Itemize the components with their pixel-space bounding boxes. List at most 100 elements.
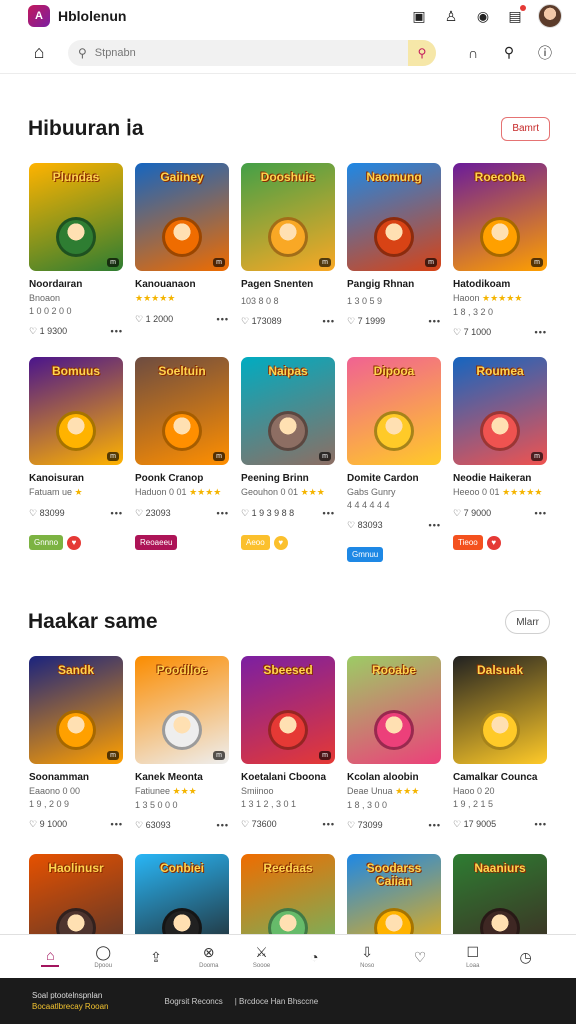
heart-outline-icon[interactable]: ♡ (135, 314, 146, 324)
heart-icon[interactable]: ♥ (486, 535, 501, 550)
game-card[interactable]: Dipooa Domite Cardon Gabs Gunry 4 4 4 4 4 4… (347, 357, 441, 562)
game-thumbnail[interactable]: Roumea m (453, 357, 547, 465)
library-icon[interactable]: ☐ (466, 944, 479, 960)
more-icon[interactable]: ••• (111, 819, 123, 830)
more-icon[interactable]: ••• (535, 327, 547, 338)
chat-icon[interactable]: ◔ (310, 949, 318, 965)
notification-icon[interactable]: ▤ (506, 5, 526, 25)
footer-link[interactable]: | Brcdoce Han Bhsccne (235, 997, 318, 1006)
game-card[interactable]: Sbeesed m Koetalani Cboona Smiinoo 1 3 1 2 ,… (241, 656, 335, 831)
game-thumbnail[interactable]: Sandk m (29, 656, 123, 764)
home-icon[interactable]: ⌂ (46, 947, 54, 963)
game-card[interactable]: Soeltuin m Poonk Cranop Haduon 0 01 ★★★★ ♡ 2… (135, 357, 229, 562)
heart-outline-icon[interactable]: ♡ (29, 326, 40, 336)
discover-icon[interactable]: ◯ (95, 944, 111, 960)
section-action-button[interactable]: Mlarr (505, 610, 550, 634)
heart-outline-icon[interactable]: ♡ (135, 820, 146, 830)
more-icon[interactable]: ••• (535, 508, 547, 519)
nav-item[interactable]: ☐ Loaa (453, 944, 493, 969)
search-input[interactable]: Stpnabn (95, 47, 136, 59)
game-card[interactable]: Poodlloe m Kanek Meonta Fatiunee ★★★ 1 3 5 0… (135, 656, 229, 831)
game-thumbnail[interactable]: Dooshuis m (241, 163, 335, 271)
game-card[interactable]: Gaiiney m Kanouanaon ★★★★★ ♡ 1 2000 ••• (135, 163, 229, 338)
more-icon[interactable]: ••• (323, 508, 335, 519)
more-icon[interactable]: ••• (429, 820, 441, 831)
heart-outline-icon[interactable]: ♡ (347, 316, 358, 326)
more-icon[interactable]: ••• (217, 508, 229, 519)
heart-outline-icon[interactable]: ♡ (453, 508, 464, 518)
heart-outline-icon[interactable]: ♡ (241, 508, 252, 518)
genre-tag[interactable]: Gnnno (29, 535, 64, 550)
more-icon[interactable]: ••• (323, 316, 335, 327)
heart-outline-icon[interactable]: ♡ (347, 820, 358, 830)
nav-item[interactable]: ◔ (294, 949, 334, 965)
more-icon[interactable]: ••• (535, 819, 547, 830)
search-icon[interactable]: ⚲ (500, 44, 518, 62)
search-bar[interactable]: ⚲ Stpnabn ⚲ (68, 39, 436, 66)
game-thumbnail[interactable]: Dipooa (347, 357, 441, 465)
bookmark-icon[interactable]: ∩ (464, 44, 482, 62)
heart-outline-icon[interactable]: ♡ (135, 508, 146, 518)
game-card[interactable]: Naipas m Peening Brinn Geouhon 0 01 ★★★ ♡ 1 … (241, 357, 335, 562)
game-card[interactable]: Dooshuis m Pagen Snenten 103 8 0 8 ♡ 173089 •… (241, 163, 335, 338)
more-icon[interactable]: ••• (323, 819, 335, 830)
nav-item[interactable]: ♡ (400, 949, 440, 965)
more-icon[interactable]: ••• (217, 314, 229, 325)
nav-item[interactable]: ⚔ Soooe (242, 944, 282, 969)
heart-outline-icon[interactable]: ♡ (453, 327, 464, 337)
coin-icon[interactable]: ◉ (474, 7, 492, 25)
footer-line[interactable]: Soal ptootelnspnlan (32, 990, 109, 1001)
game-card[interactable]: Roecoba m Hatodikoam Haoon ★★★★★ 1 8 , 3 2 0… (453, 163, 547, 338)
nav-item[interactable]: ◯ Dpoou (83, 944, 123, 969)
avatar[interactable] (538, 4, 562, 28)
game-thumbnail[interactable]: Sbeesed m (241, 656, 335, 764)
nav-item[interactable]: ◷ (506, 949, 546, 965)
genre-tag[interactable]: Reoaeeu (135, 535, 178, 550)
game-card[interactable]: Naomung m Pangig Rhnan 1 3 0 5 9 ♡ 7 1999 ••• (347, 163, 441, 338)
download-icon[interactable]: ⇩ (361, 944, 373, 960)
info-icon[interactable]: ⓘ (536, 44, 554, 62)
section-action-button[interactable]: Bamrt (501, 116, 550, 141)
game-card[interactable]: Roumea m Neodie Haikeran Heeoo 0 01 ★★★★★ ♡ … (453, 357, 547, 562)
app-logo[interactable]: A (28, 5, 50, 27)
footer-line[interactable]: Bocaatlbrecay Rooan (32, 1001, 109, 1012)
heart-icon[interactable]: ♥ (67, 535, 82, 550)
game-card[interactable]: Rooabe Kcolan aloobin Deae Unua ★★★ 1 8 , 3… (347, 656, 441, 831)
game-thumbnail[interactable]: Naipas m (241, 357, 335, 465)
account-icon[interactable]: ♙ (442, 7, 460, 25)
nav-item[interactable]: ⌂ (30, 947, 70, 967)
share-icon[interactable]: ⇪ (150, 949, 162, 965)
more-icon[interactable]: ••• (111, 508, 123, 519)
more-icon[interactable]: ••• (429, 520, 441, 531)
game-thumbnail[interactable]: Soeltuin m (135, 357, 229, 465)
heart-outline-icon[interactable]: ♡ (241, 819, 252, 829)
search-button[interactable]: ⚲ (408, 39, 436, 66)
game-thumbnail[interactable]: Naomung m (347, 163, 441, 271)
favorites-icon[interactable]: ♡ (414, 949, 427, 965)
game-thumbnail[interactable]: Rooabe (347, 656, 441, 764)
game-thumbnail[interactable]: Plundas m (29, 163, 123, 271)
cast-icon[interactable]: ▣ (410, 7, 428, 25)
game-card[interactable]: Dalsuak Camalkar Counca Haoo 0 20 1 9 , 2 1… (453, 656, 547, 831)
heart-outline-icon[interactable]: ♡ (29, 819, 40, 829)
nav-item[interactable]: ⇪ (136, 949, 176, 965)
history-icon[interactable]: ◷ (519, 949, 531, 965)
notification-icon[interactable]: ⊗ (203, 944, 215, 960)
heart-outline-icon[interactable]: ♡ (241, 316, 252, 326)
more-icon[interactable]: ••• (111, 326, 123, 337)
more-icon[interactable]: ••• (217, 820, 229, 831)
game-card[interactable]: Bomuus m Kanoisuran Fatuam ue ★ ♡ 83099 ••• Gn… (29, 357, 123, 562)
heart-icon[interactable]: ♥ (273, 535, 288, 550)
more-icon[interactable]: ••• (429, 316, 441, 327)
game-thumbnail[interactable]: Gaiiney m (135, 163, 229, 271)
heart-outline-icon[interactable]: ♡ (453, 819, 464, 829)
nav-item[interactable]: ⇩ Noso (347, 944, 387, 969)
game-card[interactable]: Plundas m Noordaıran Bnoaon 1 0 0 2 0 0 ♡ 1 9… (29, 163, 123, 338)
genre-tag[interactable]: Tieoo (453, 535, 483, 550)
game-thumbnail[interactable]: Poodlloe m (135, 656, 229, 764)
game-thumbnail[interactable]: Bomuus m (29, 357, 123, 465)
game-thumbnail[interactable]: Roecoba m (453, 163, 547, 271)
games-icon[interactable]: ⚔ (255, 944, 268, 960)
genre-tag[interactable]: Aeoo (241, 535, 270, 550)
heart-outline-icon[interactable]: ♡ (347, 520, 358, 530)
